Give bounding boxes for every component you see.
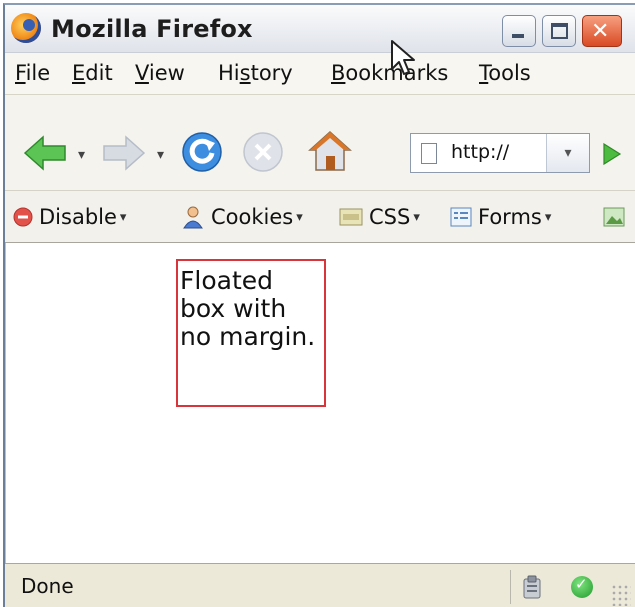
home-icon[interactable] (307, 129, 353, 173)
chevron-down-icon: ▾ (413, 209, 420, 225)
menu-history[interactable]: History (218, 61, 293, 85)
window-title: Mozilla Firefox (51, 15, 253, 43)
go-arrow-icon[interactable] (596, 138, 626, 170)
web-developer-toolbar: Disable ▾ Cookies ▾ CSS ▾ Forms ▾ (5, 191, 635, 243)
page-content: Floated box with no margin. (5, 243, 635, 563)
reload-icon[interactable] (181, 131, 223, 173)
disable-label: Disable (39, 205, 117, 229)
forms-menu[interactable]: Forms ▾ (450, 201, 551, 233)
css-menu[interactable]: CSS ▾ (339, 201, 420, 233)
status-text: Done (21, 574, 74, 598)
title-bar[interactable]: Mozilla Firefox ✕ (5, 5, 635, 53)
chevron-down-icon: ▾ (296, 209, 303, 225)
forms-icon (450, 207, 472, 227)
chevron-down-icon: ▾ (119, 209, 127, 225)
page-icon (421, 143, 437, 164)
check-icon[interactable] (571, 575, 593, 598)
cookies-menu[interactable]: Cookies ▾ (181, 201, 303, 233)
minimize-icon (512, 34, 524, 38)
url-input[interactable]: http:// (451, 141, 509, 163)
stop-icon[interactable] (242, 131, 284, 173)
css-label: CSS (369, 205, 411, 229)
maximize-icon (551, 23, 568, 39)
minimize-button[interactable] (502, 15, 536, 47)
close-button[interactable]: ✕ (582, 15, 622, 47)
disable-icon (13, 207, 33, 227)
forward-arrow-icon[interactable] (102, 135, 146, 171)
css-icon (339, 208, 363, 226)
menu-bar: File Edit View History Bookmarks Tools (5, 53, 635, 95)
close-icon: ✕ (591, 19, 610, 44)
clipboard-icon[interactable] (522, 575, 542, 599)
mouse-cursor-icon (391, 40, 415, 75)
status-divider (510, 570, 511, 604)
navigation-toolbar: ▾ ▾ http:// ▾ (5, 95, 635, 191)
browser-window: Mozilla Firefox ✕ File Edit View History… (3, 3, 635, 607)
images-icon[interactable] (603, 207, 625, 227)
disable-menu[interactable]: Disable ▾ (13, 201, 126, 233)
back-arrow-icon[interactable] (23, 135, 67, 171)
firefox-logo-icon (11, 13, 41, 43)
cookies-icon (183, 206, 203, 229)
url-bar[interactable]: http:// ▾ (410, 133, 590, 173)
status-bar: Done (5, 563, 635, 607)
url-dropdown-button[interactable]: ▾ (546, 134, 589, 172)
back-history-dropdown-icon[interactable]: ▾ (78, 147, 85, 163)
menu-edit[interactable]: Edit (72, 61, 113, 85)
chevron-down-icon: ▾ (544, 209, 552, 225)
menu-view[interactable]: View (135, 61, 185, 85)
cookies-label: Cookies (211, 205, 294, 229)
forms-label: Forms (478, 205, 542, 229)
menu-tools[interactable]: Tools (479, 61, 531, 85)
forward-history-dropdown-icon[interactable]: ▾ (157, 147, 164, 163)
floated-box: Floated box with no margin. (176, 259, 326, 407)
maximize-button[interactable] (542, 15, 576, 47)
menu-file[interactable]: File (15, 61, 50, 85)
resize-grip[interactable] (611, 584, 631, 606)
